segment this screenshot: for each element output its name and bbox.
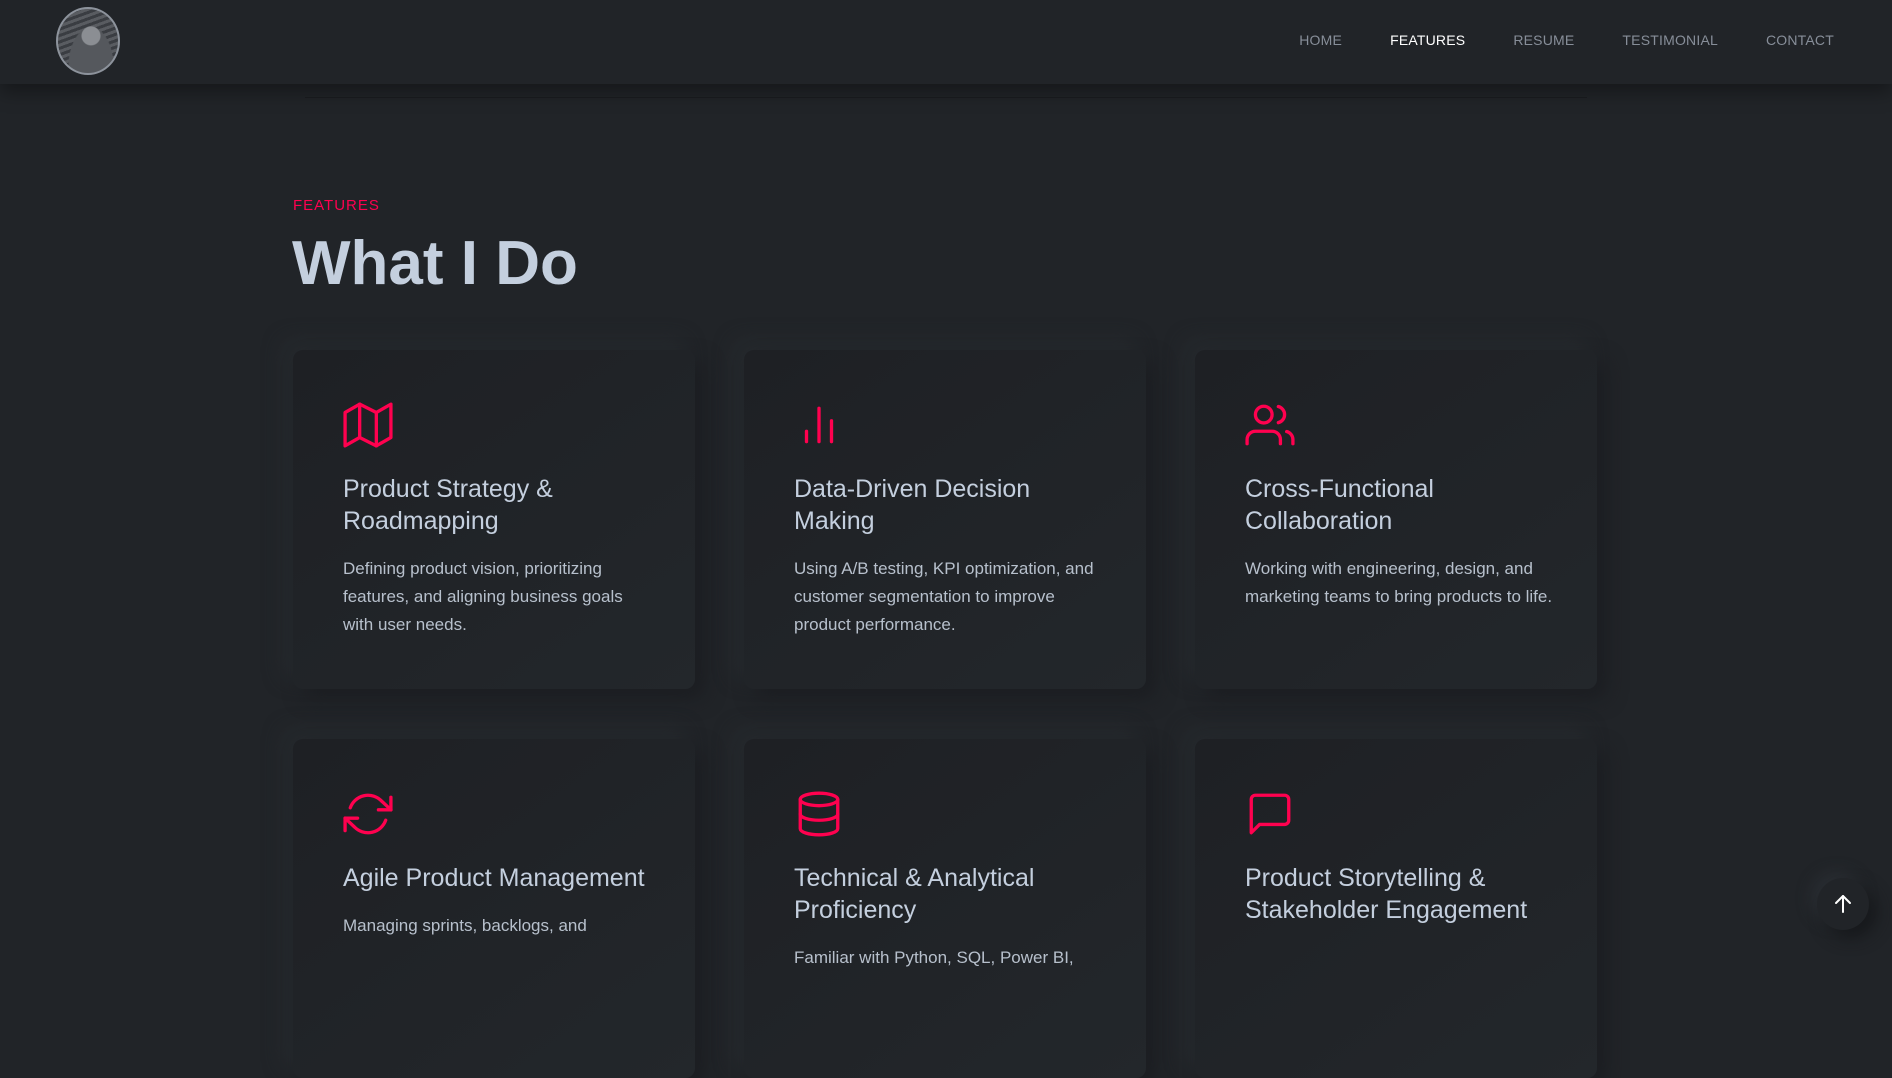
feature-card-description: Familiar with Python, SQL, Power BI, bbox=[794, 948, 1074, 967]
feature-card-description: Managing sprints, backlogs, and bbox=[343, 916, 587, 935]
database-icon bbox=[794, 789, 846, 839]
feature-card-title: Data-Driven Decision Making bbox=[794, 475, 1031, 535]
nav-testimonial[interactable]: TESTIMONIAL bbox=[1622, 32, 1718, 48]
users-icon bbox=[1245, 400, 1297, 450]
feature-card-product-strategy[interactable]: Product Strategy & Roadmapping Defining … bbox=[293, 350, 695, 689]
header-divider bbox=[305, 97, 1587, 98]
feature-card-title: Technical & Analytical Proficiency bbox=[794, 864, 1035, 924]
feature-card-storytelling[interactable]: Product Storytelling & Stakeholder Engag… bbox=[1195, 739, 1597, 1078]
bar-chart-icon bbox=[794, 400, 846, 450]
feature-card-title: Cross-Functional Collaboration bbox=[1245, 475, 1434, 535]
feature-card-collaboration[interactable]: Cross-Functional Collaboration Working w… bbox=[1195, 350, 1597, 689]
avatar[interactable] bbox=[56, 7, 120, 75]
section-label: FEATURES bbox=[293, 197, 380, 214]
feature-card-data-driven[interactable]: Data-Driven Decision Making Using A/B te… bbox=[744, 350, 1146, 689]
feature-card-title: Product Storytelling & Stakeholder Engag… bbox=[1245, 864, 1528, 924]
refresh-icon bbox=[343, 789, 395, 839]
nav-contact[interactable]: CONTACT bbox=[1766, 32, 1834, 48]
arrow-up-icon bbox=[1835, 895, 1851, 913]
map-icon bbox=[343, 400, 395, 450]
nav-resume[interactable]: RESUME bbox=[1513, 32, 1574, 48]
feature-card-description: Working with engineering, design, and ma… bbox=[1245, 559, 1553, 606]
feature-card-agile[interactable]: Agile Product Management Managing sprint… bbox=[293, 739, 695, 1078]
feature-card-description: Using A/B testing, KPI optimization, and… bbox=[794, 559, 1094, 634]
section-title: What I Do bbox=[292, 229, 578, 298]
feature-card-title: Agile Product Management bbox=[343, 864, 645, 892]
site-header: HOME FEATURES RESUME TESTIMONIAL CONTACT bbox=[0, 0, 1892, 84]
back-to-top-button[interactable] bbox=[1817, 878, 1869, 930]
feature-card-technical[interactable]: Technical & Analytical Proficiency Famil… bbox=[744, 739, 1146, 1078]
feature-card-description: Defining product vision, prioritizing fe… bbox=[343, 559, 623, 634]
main-nav: HOME FEATURES RESUME TESTIMONIAL CONTACT bbox=[1251, 0, 1834, 80]
nav-features[interactable]: FEATURES bbox=[1390, 32, 1465, 48]
nav-home[interactable]: HOME bbox=[1299, 32, 1342, 48]
message-square-icon bbox=[1245, 789, 1297, 839]
feature-card-title: Product Strategy & Roadmapping bbox=[343, 475, 553, 535]
